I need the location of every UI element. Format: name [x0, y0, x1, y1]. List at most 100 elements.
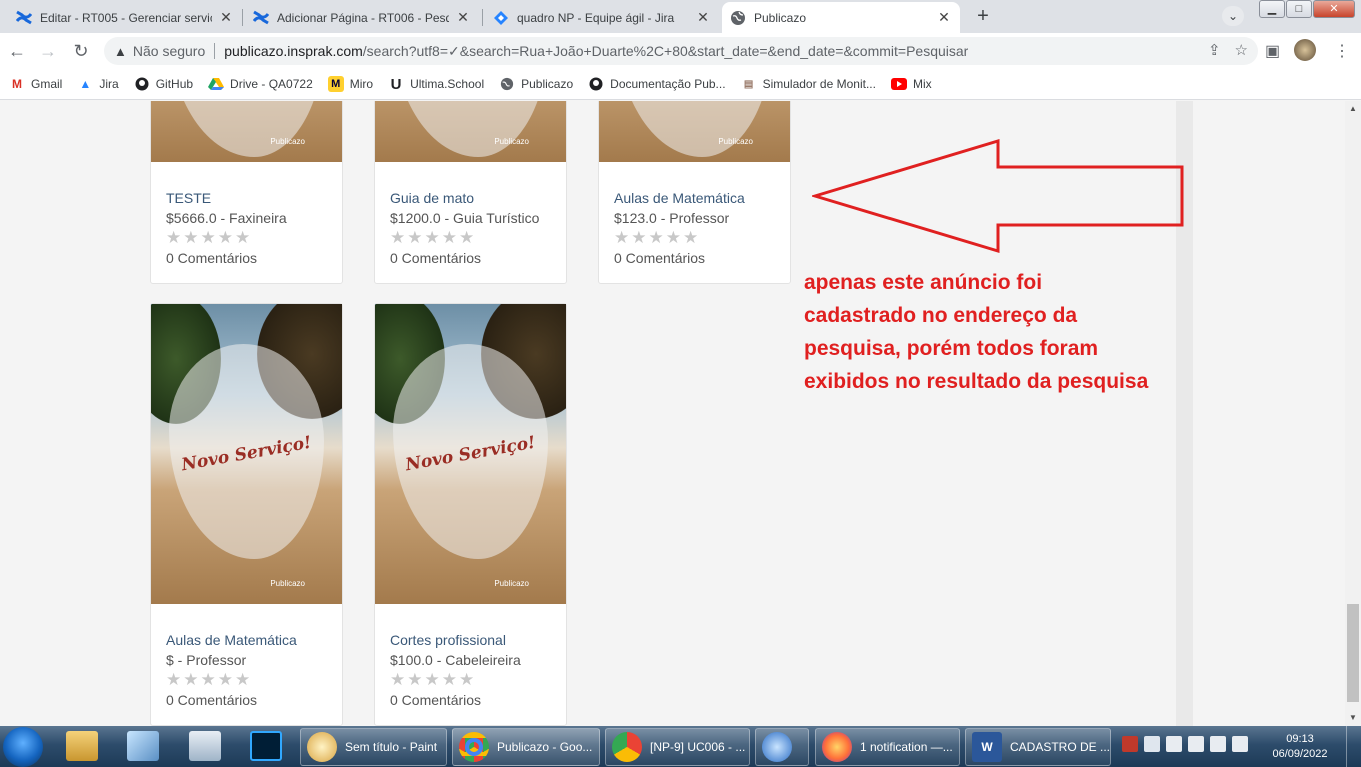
taskbar-item-label: Publicazo - Goo... — [497, 740, 593, 754]
listing-card[interactable]: Publicazo Guia de mato $1200.0 - Guia Tu… — [374, 101, 567, 284]
close-icon[interactable]: ✕ — [695, 9, 711, 26]
bookmark-mix[interactable]: Mix — [890, 76, 932, 92]
bookmark-publicazo[interactable]: Publicazo — [499, 76, 573, 92]
taskbar-item-thunderbird[interactable] — [755, 728, 809, 766]
photoshop-icon[interactable] — [250, 731, 282, 761]
rating-stars[interactable]: ★★★★★ — [390, 228, 551, 248]
bookmark-jira[interactable]: ▲ Jira — [77, 76, 118, 92]
explorer-icon[interactable] — [66, 731, 98, 761]
listing-title[interactable]: Aulas de Matemática — [166, 630, 327, 650]
address-bar[interactable]: ▲ Não seguro publicazo.insprak.com/searc… — [104, 37, 1258, 65]
taskbar-item-label: [NP-9] UC006 - ... — [650, 740, 746, 754]
tab-search-button[interactable]: ⌄ — [1222, 6, 1244, 26]
share-icon[interactable]: ⇪ — [1208, 41, 1221, 59]
listing-image[interactable]: Publicazo — [151, 101, 342, 162]
tab-label: Editar - RT005 - Gerenciar serviço — [40, 10, 212, 25]
annotation-line: exibidos no resultado da pesquisa — [804, 370, 1149, 393]
notes-icon[interactable] — [127, 731, 159, 761]
tab-editar-rt005[interactable]: Editar - RT005 - Gerenciar serviço ✕ — [8, 2, 242, 33]
image-brand: Publicazo — [270, 579, 305, 588]
drive-sync-icon[interactable] — [1144, 736, 1160, 752]
listing-image[interactable]: Publicazo — [375, 101, 566, 162]
bookmark-label: Gmail — [31, 77, 63, 91]
rating-stars[interactable]: ★★★★★ — [390, 670, 551, 690]
ultima-icon: U — [390, 75, 402, 93]
new-tab-button[interactable]: + — [970, 4, 996, 30]
listing-card[interactable]: Novo Serviço! Publicazo Aulas de Matemát… — [150, 303, 343, 726]
scroll-thumb[interactable] — [1347, 604, 1359, 702]
bookmark-ultima-school[interactable]: U Ultima.School — [388, 75, 484, 93]
start-button[interactable] — [3, 727, 43, 767]
scroll-up-icon[interactable]: ▲ — [1349, 104, 1357, 113]
rating-stars[interactable]: ★★★★★ — [166, 670, 327, 690]
tab-adicionar-rt006[interactable]: Adicionar Página - RT006 - Pesqu ✕ — [245, 2, 479, 33]
bookmark-label: Simulador de Monit... — [762, 77, 876, 91]
chrome-icon — [459, 732, 489, 762]
profile-avatar[interactable] — [1294, 39, 1316, 61]
image-frame — [393, 101, 548, 157]
menu-icon[interactable]: ⋮ — [1334, 41, 1350, 61]
page-scrollbar[interactable]: ▲ ▼ — [1345, 101, 1361, 726]
image-brand: Publicazo — [718, 137, 753, 146]
paint-icon — [307, 732, 337, 762]
show-desktop-button[interactable] — [1346, 726, 1361, 767]
listing-title[interactable]: Guia de mato — [390, 188, 551, 208]
listing-card[interactable]: Novo Serviço! Publicazo Cortes profissio… — [374, 303, 567, 726]
taskbar-item-label: CADASTRO DE ... — [1010, 740, 1111, 754]
bookmark-gmail[interactable]: M Gmail — [9, 76, 62, 92]
bookmark-miro[interactable]: M Miro — [327, 76, 373, 92]
tab-separator — [482, 9, 483, 26]
card-body: TESTE $5666.0 - Faxineira ★★★★★ 0 Coment… — [151, 162, 342, 283]
side-panel-icon[interactable]: ▣ — [1265, 41, 1280, 61]
tray-flag-icon[interactable] — [1166, 736, 1182, 752]
tab-quadro-np[interactable]: quadro NP - Equipe ágil - Jira ✕ — [485, 2, 719, 33]
listing-image[interactable]: Publicazo — [599, 101, 790, 162]
listing-title[interactable]: Aulas de Matemática — [614, 188, 775, 208]
bookmark-drive[interactable]: Drive - QA0722 — [208, 76, 313, 92]
bookmark-github[interactable]: GitHub — [134, 76, 193, 92]
bookmark-star-icon[interactable]: ☆ — [1235, 41, 1248, 59]
listing-image[interactable]: Novo Serviço! Publicazo — [151, 304, 342, 604]
usb-icon[interactable] — [1188, 736, 1204, 752]
annotation-arrow-icon — [812, 139, 1184, 254]
minimize-button[interactable]: ▁ — [1259, 0, 1285, 18]
back-icon[interactable]: ← — [5, 39, 29, 63]
taskbar-item-firefox[interactable]: 1 notification —... — [815, 728, 960, 766]
reload-icon[interactable]: ↻ — [69, 39, 93, 63]
volume-muted-icon[interactable] — [1232, 736, 1248, 752]
bookmark-simulador[interactable]: ▤ Simulador de Monit... — [741, 76, 876, 92]
image-brand: Publicazo — [494, 579, 529, 588]
listing-title[interactable]: TESTE — [166, 188, 327, 208]
taskbar-item-paint[interactable]: Sem título - Paint — [300, 728, 447, 766]
listing-card[interactable]: Publicazo Aulas de Matemática $123.0 - P… — [598, 101, 791, 284]
tray-app-icon[interactable] — [1122, 736, 1138, 752]
forward-icon[interactable]: → — [36, 39, 60, 63]
url-path: /search?utf8=✓&search=Rua+João+Duarte%2C… — [362, 42, 969, 59]
close-icon[interactable]: ✕ — [218, 9, 234, 26]
listing-card[interactable]: Publicazo TESTE $5666.0 - Faxineira ★★★★… — [150, 101, 343, 284]
tab-publicazo[interactable]: Publicazo ✕ — [722, 2, 960, 33]
rating-stars[interactable]: ★★★★★ — [614, 228, 775, 248]
window-close-button[interactable]: ✕ — [1313, 0, 1355, 18]
bookmark-label: Jira — [99, 77, 119, 91]
bookmark-documentacao[interactable]: Documentação Pub... — [588, 76, 726, 92]
close-icon[interactable]: ✕ — [455, 9, 471, 26]
url-text[interactable]: publicazo.insprak.com/search?utf8=✓&sear… — [224, 43, 968, 60]
windows-taskbar: Sem título - Paint Publicazo - Goo... [N… — [0, 726, 1361, 767]
network-icon[interactable] — [1210, 736, 1226, 752]
listing-title[interactable]: Cortes profissional — [390, 630, 551, 650]
jira-icon: ▲ — [79, 77, 92, 91]
taskbar-item-chrome-publicazo[interactable]: Publicazo - Goo... — [452, 728, 600, 766]
maximize-button[interactable]: □ — [1286, 0, 1312, 18]
scroll-down-icon[interactable]: ▼ — [1349, 713, 1357, 722]
taskbar-item-chrome-np9[interactable]: [NP-9] UC006 - ... — [605, 728, 750, 766]
system-clock[interactable]: 09:13 06/09/2022 — [1270, 732, 1330, 762]
listing-image[interactable]: Novo Serviço! Publicazo — [375, 304, 566, 604]
rating-stars[interactable]: ★★★★★ — [166, 228, 327, 248]
warning-icon[interactable]: ▲ — [114, 44, 127, 59]
not-secure-label[interactable]: Não seguro — [133, 43, 205, 59]
taskbar-item-word[interactable]: W CADASTRO DE ... — [965, 728, 1111, 766]
confluence-icon — [16, 10, 32, 26]
calculator-icon[interactable] — [189, 731, 221, 761]
close-icon[interactable]: ✕ — [936, 9, 952, 26]
